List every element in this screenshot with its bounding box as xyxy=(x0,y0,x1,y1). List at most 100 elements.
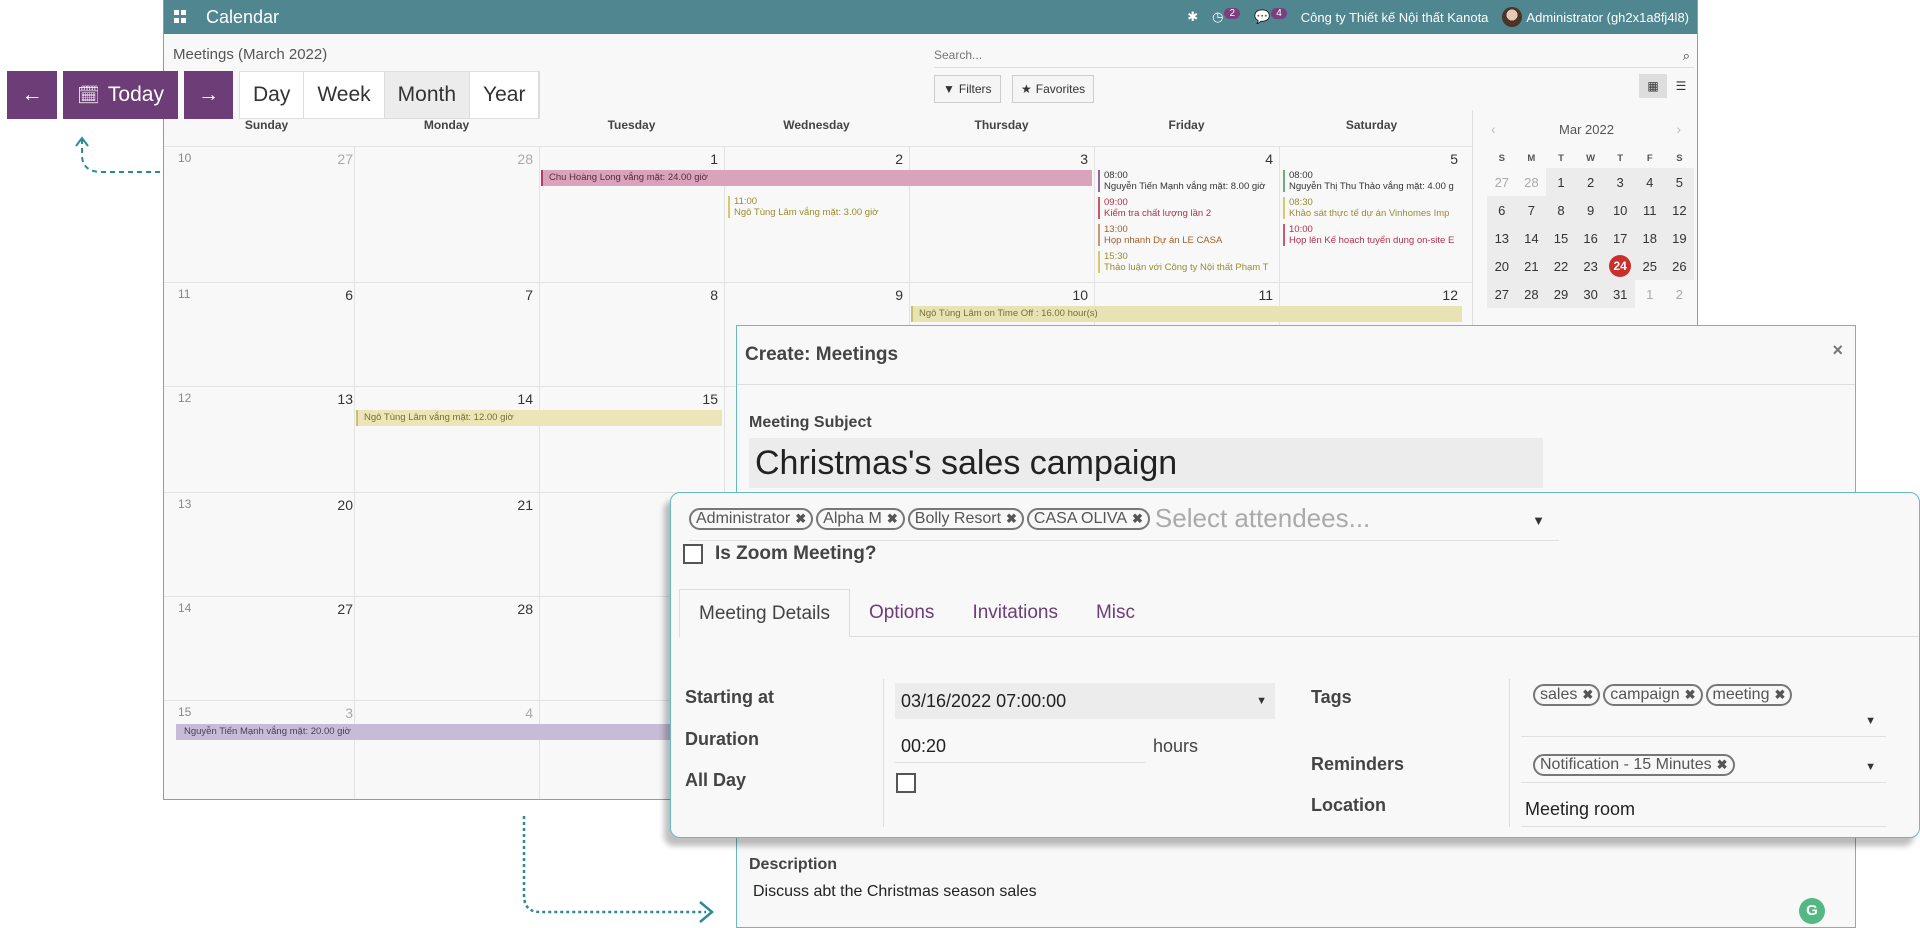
activity-button[interactable]: ◷ 2 xyxy=(1212,7,1241,25)
company-switcher[interactable]: Công ty Thiết kế Nội thất Kanota xyxy=(1301,10,1489,25)
close-icon[interactable]: × xyxy=(1832,340,1843,361)
favorites-button[interactable]: ★ Favorites xyxy=(1012,75,1095,103)
mini-calendar-day[interactable]: 16 xyxy=(1575,224,1606,252)
apps-menu-icon[interactable] xyxy=(174,10,188,24)
location-input[interactable]: Meeting room xyxy=(1521,791,1886,827)
mini-calendar-day[interactable]: 26 xyxy=(1664,252,1695,280)
day-cell[interactable]: 1 xyxy=(539,147,724,282)
mini-calendar-day[interactable]: 12 xyxy=(1664,196,1695,224)
day-cell[interactable]: 21 xyxy=(354,493,539,596)
mini-calendar-day[interactable]: 24 xyxy=(1605,252,1635,280)
tab-meeting-details[interactable]: Meeting Details xyxy=(679,589,850,638)
mini-calendar-day[interactable]: 2 xyxy=(1665,280,1695,308)
day-cell[interactable]: 27 xyxy=(174,147,359,282)
day-cell[interactable]: 8 xyxy=(539,283,724,386)
calendar-event[interactable]: 08:00 Nguyễn Tiến Mạnh vắng mặt: 8.00 giờ xyxy=(1098,170,1275,192)
next-period-button[interactable]: → xyxy=(184,71,233,119)
datetime-caret-icon[interactable]: ▼ xyxy=(1256,683,1267,719)
tab-invitations[interactable]: Invitations xyxy=(953,589,1077,637)
day-cell[interactable]: 4 xyxy=(354,701,539,799)
view-week-button[interactable]: Week xyxy=(304,72,385,118)
day-cell[interactable]: 7 xyxy=(354,283,539,386)
calendar-event-bar[interactable]: Ngô Tùng Lâm on Time Off : 16.00 hour(s) xyxy=(911,306,1462,322)
calendar-event[interactable]: 15:30 Thảo luận với Công ty Nội thất Phạm… xyxy=(1098,251,1275,273)
day-cell[interactable]: 3 xyxy=(909,147,1094,282)
mini-calendar-day[interactable]: 18 xyxy=(1634,224,1665,252)
attendees-field[interactable]: Administrator ✖ Alpha M ✖ Bolly Resort ✖ CASA … xyxy=(689,503,1559,541)
zoom-meeting-checkbox[interactable] xyxy=(683,544,703,564)
tags-field[interactable]: ▼ sales ✖ campaign ✖ meeting ✖ xyxy=(1521,681,1886,737)
reminders-field[interactable]: ▼ Notification - 15 Minutes ✖ xyxy=(1521,751,1886,783)
remove-reminder-icon[interactable]: ✖ xyxy=(1717,757,1728,773)
mini-calendar-day[interactable]: 10 xyxy=(1605,196,1635,224)
mini-calendar-day[interactable]: 21 xyxy=(1516,252,1547,280)
messages-button[interactable]: 💬 4 xyxy=(1254,7,1287,25)
mini-calendar-day[interactable]: 8 xyxy=(1546,196,1576,224)
tab-misc[interactable]: Misc xyxy=(1077,589,1154,637)
duration-input[interactable]: 00:20 xyxy=(895,729,1145,763)
prev-period-button[interactable]: ← xyxy=(7,71,57,119)
meeting-subject-input[interactable]: Christmas's sales campaign xyxy=(749,438,1543,488)
mini-calendar-day[interactable]: 31 xyxy=(1605,280,1635,308)
mini-calendar-day[interactable]: 25 xyxy=(1634,252,1665,280)
view-year-button[interactable]: Year xyxy=(470,72,540,118)
mini-calendar-day[interactable]: 5 xyxy=(1664,168,1695,196)
view-day-button[interactable]: Day xyxy=(240,72,305,118)
mini-calendar-day[interactable]: 29 xyxy=(1546,280,1576,308)
grammarly-icon[interactable]: G xyxy=(1799,898,1825,924)
day-cell[interactable]: 28 xyxy=(354,147,539,282)
filters-button[interactable]: ▼ Filters xyxy=(934,75,1001,103)
calendar-event-bar[interactable]: Ngô Tùng Lâm vắng mặt: 12.00 giờ xyxy=(356,410,722,426)
all-day-checkbox[interactable] xyxy=(896,773,916,793)
description-input[interactable]: Discuss abt the Christmas season sales xyxy=(753,883,1037,901)
debug-bug-icon[interactable]: ✱ xyxy=(1187,9,1198,25)
mini-calendar-day[interactable]: 28 xyxy=(1516,280,1547,308)
starting-at-input[interactable]: 03/16/2022 07:00:00 ▼ xyxy=(895,683,1275,719)
mini-calendar-day[interactable]: 1 xyxy=(1635,280,1665,308)
today-button[interactable]: 🗓 Today xyxy=(63,71,178,119)
calendar-event[interactable]: 09:00 Kiểm tra chất lượng lần 2 xyxy=(1098,197,1275,219)
mini-calendar-day[interactable]: 28 xyxy=(1517,168,1547,196)
remove-tag-icon[interactable]: ✖ xyxy=(1685,687,1696,703)
mini-calendar-day[interactable]: 4 xyxy=(1634,168,1665,196)
search-icon[interactable]: ⌕ xyxy=(1683,48,1690,64)
app-title[interactable]: Calendar xyxy=(206,7,279,28)
calendar-event[interactable]: 10:00 Họp lên Kế hoạch tuyển dụng on-site… xyxy=(1283,224,1460,246)
calendar-event-bar[interactable]: Nguyễn Tiến Mạnh vắng mặt: 20.00 giờ xyxy=(176,724,722,740)
mini-calendar-day[interactable]: 17 xyxy=(1605,224,1635,252)
remove-attendee-icon[interactable]: ✖ xyxy=(1132,511,1143,527)
mini-calendar-day[interactable]: 23 xyxy=(1575,252,1606,280)
calendar-view-icon[interactable]: ▦ xyxy=(1639,74,1667,98)
mini-calendar-day[interactable]: 11 xyxy=(1634,196,1665,224)
calendar-event[interactable]: 11:00 Ngô Tùng Lâm vắng mặt: 3.00 giờ xyxy=(728,196,905,218)
day-cell[interactable]: 3 xyxy=(174,701,359,799)
day-cell[interactable]: 13 xyxy=(174,387,359,492)
mini-calendar-day[interactable]: 30 xyxy=(1575,280,1606,308)
view-month-button[interactable]: Month xyxy=(384,72,471,118)
calendar-event[interactable]: 08:30 Khảo sát thực tế dự án Vinhomes Imp xyxy=(1283,197,1460,219)
mini-calendar-day[interactable]: 22 xyxy=(1546,252,1576,280)
day-cell[interactable]: 6 xyxy=(174,283,359,386)
tags-dropdown-caret-icon[interactable]: ▼ xyxy=(1865,715,1876,727)
reminders-dropdown-caret-icon[interactable]: ▼ xyxy=(1865,761,1876,773)
calendar-event[interactable]: 13:00 Họp nhanh Dự án LE CASA xyxy=(1098,224,1275,246)
day-cell[interactable]: 27 xyxy=(174,597,359,700)
list-view-icon[interactable]: ☰ xyxy=(1667,74,1695,98)
mini-calendar-day[interactable]: 1 xyxy=(1546,168,1576,196)
mini-calendar-day[interactable]: 27 xyxy=(1487,280,1517,308)
mini-calendar-day[interactable]: 20 xyxy=(1487,252,1517,280)
day-cell[interactable]: 28 xyxy=(354,597,539,700)
day-cell[interactable]: 15 xyxy=(539,387,724,492)
user-menu[interactable]: Administrator (gh2x1a8fj4l8) xyxy=(1502,7,1689,27)
calendar-event[interactable]: 08:00 Nguyễn Thị Thu Thảo vắng mặt: 4.00 … xyxy=(1283,170,1460,192)
mini-calendar-day[interactable]: 15 xyxy=(1546,224,1576,252)
attendees-dropdown-caret-icon[interactable]: ▼ xyxy=(1532,513,1545,528)
mini-calendar-day[interactable]: 13 xyxy=(1487,224,1517,252)
mini-calendar-day[interactable]: 7 xyxy=(1516,196,1547,224)
mini-calendar-day[interactable]: 14 xyxy=(1516,224,1547,252)
day-cell[interactable]: 14 xyxy=(354,387,539,492)
day-cell[interactable]: 20 xyxy=(174,493,359,596)
search-input[interactable] xyxy=(934,48,1656,62)
remove-tag-icon[interactable]: ✖ xyxy=(1582,687,1593,703)
remove-attendee-icon[interactable]: ✖ xyxy=(1006,511,1017,527)
